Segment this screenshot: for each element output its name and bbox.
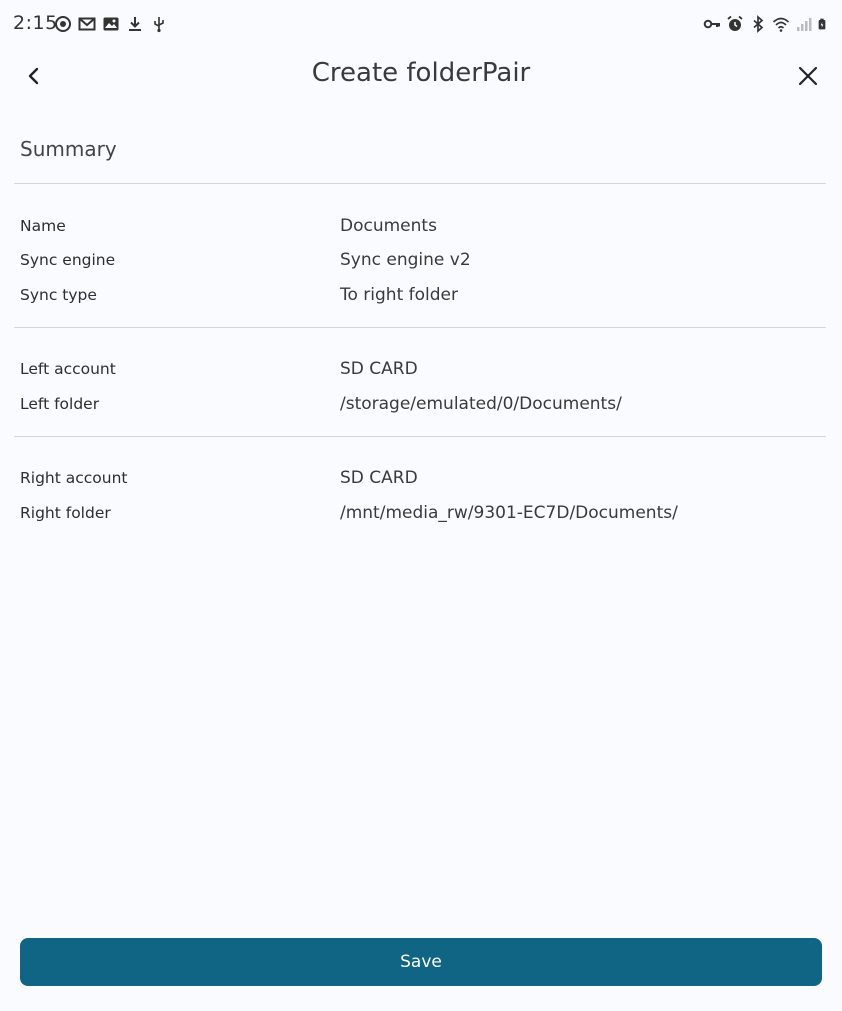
status-time: 2:15: [13, 12, 58, 34]
divider: [14, 436, 826, 437]
row-label: Left account: [20, 360, 116, 378]
divider: [14, 327, 826, 328]
summary-row-right-folder: Right folder /mnt/media_rw/9301-EC7D/Doc…: [20, 500, 820, 526]
gmail-icon: [78, 17, 96, 31]
row-label: Right account: [20, 469, 128, 487]
gallery-icon: [103, 17, 119, 31]
alarm-icon: [727, 15, 743, 31]
download-icon: [129, 17, 141, 31]
vpn-key-icon: [703, 19, 720, 29]
row-value: To right folder: [340, 285, 458, 305]
divider: [14, 183, 826, 184]
summary-row-left-account: Left account SD CARD: [20, 356, 820, 382]
status-left-icons: [54, 14, 168, 34]
summary-row-sync-type: Sync type To right folder: [20, 282, 820, 308]
row-value: Documents: [340, 216, 437, 236]
save-button[interactable]: Save: [20, 938, 822, 986]
row-value: Sync engine v2: [340, 250, 471, 270]
close-icon: [798, 66, 818, 86]
row-value: SD CARD: [340, 359, 418, 379]
battery-icon: [818, 18, 826, 30]
row-value: /storage/emulated/0/Documents/: [340, 394, 622, 414]
summary-heading: Summary: [20, 137, 117, 161]
row-label: Right folder: [20, 504, 111, 522]
sync-icon: [55, 16, 71, 32]
row-label: Sync engine: [20, 251, 116, 269]
bluetooth-icon: [753, 15, 764, 33]
row-value: /mnt/media_rw/9301-EC7D/Documents/: [340, 503, 678, 523]
app-bar: Create folderPair: [0, 48, 842, 106]
summary-row-left-folder: Left folder /storage/emulated/0/Document…: [20, 391, 820, 417]
signal-icon: [797, 18, 812, 31]
screen: 2:15 Create folderPair Summary Name Docu…: [0, 0, 842, 1011]
status-right-icons: [703, 14, 830, 34]
row-label: Name: [20, 217, 66, 235]
summary-row-right-account: Right account SD CARD: [20, 465, 820, 491]
summary-row-name: Name Documents: [20, 213, 820, 239]
row-label: Left folder: [20, 395, 100, 413]
page-title: Create folderPair: [311, 58, 531, 88]
usb-icon: [154, 17, 164, 33]
status-bar: 2:15: [0, 0, 842, 48]
close-button[interactable]: [788, 56, 828, 96]
wifi-icon: [772, 17, 790, 32]
row-label: Sync type: [20, 286, 97, 304]
row-value: SD CARD: [340, 468, 418, 488]
summary-row-sync-engine: Sync engine Sync engine v2: [20, 247, 820, 273]
